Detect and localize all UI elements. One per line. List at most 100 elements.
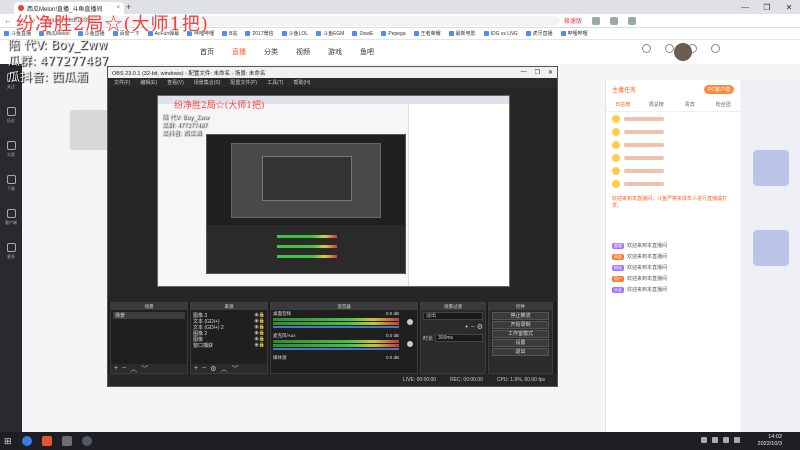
room-side-panel: 主播任务 PC客户端 日总榜 周总榜 贵宾 粉丝团 欢迎来到本直播间，斗鱼严禁未… bbox=[605, 80, 740, 432]
rail-item-download[interactable]: 下载 bbox=[0, 166, 22, 200]
obs-taskbar-icon[interactable] bbox=[81, 436, 92, 446]
bookmark-icon bbox=[222, 31, 228, 36]
transition-settings-icon[interactable]: ⚙ bbox=[477, 324, 483, 331]
close-window-button[interactable]: ✕ bbox=[778, 0, 800, 14]
menu-edit[interactable]: 编辑(E) bbox=[140, 79, 157, 86]
task-link[interactable]: 主播任务 bbox=[612, 85, 636, 94]
tab-weekly[interactable]: 周总榜 bbox=[640, 98, 674, 111]
rail-item-category[interactable]: 分类 bbox=[0, 132, 22, 166]
rail-item-client[interactable]: 客户端 bbox=[0, 200, 22, 234]
transition-select[interactable]: 淡出 bbox=[423, 312, 483, 320]
streamer-avatar[interactable] bbox=[70, 110, 110, 150]
profile-icon[interactable] bbox=[610, 16, 619, 25]
source-settings-icon[interactable]: ⚙ bbox=[210, 365, 216, 373]
scene-down-icon[interactable]: ﹀ bbox=[141, 364, 148, 374]
scene-up-icon[interactable]: ︿ bbox=[130, 364, 137, 374]
bookmark-item[interactable]: ZowiE bbox=[352, 31, 373, 37]
nested-sidebar bbox=[408, 104, 509, 286]
bookmark-item[interactable]: 最新电影 bbox=[448, 30, 476, 37]
nav-game[interactable]: 游戏 bbox=[328, 47, 342, 57]
bookmark-item[interactable]: 哔哩哔哩 bbox=[560, 30, 588, 37]
rail-item-history[interactable]: 历史 bbox=[0, 98, 22, 132]
remove-source-icon[interactable]: − bbox=[202, 365, 206, 372]
app-taskbar-icon[interactable] bbox=[41, 436, 52, 446]
menu-file[interactable]: 文件(F) bbox=[114, 79, 130, 86]
nav-video[interactable]: 视频 bbox=[296, 47, 310, 57]
remove-scene-icon[interactable]: − bbox=[122, 365, 126, 372]
volume-fader[interactable] bbox=[273, 326, 399, 328]
bookmark-item[interactable]: Pepega bbox=[381, 31, 406, 37]
nav-category[interactable]: 分类 bbox=[264, 47, 278, 57]
network-icon[interactable] bbox=[712, 437, 718, 443]
controls-body: 停止推流 开始录制 工作室模式 设置 退出 bbox=[489, 310, 552, 373]
volume-icon[interactable] bbox=[723, 437, 729, 443]
source-down-icon[interactable]: ﹀ bbox=[231, 364, 238, 374]
bookmark-item[interactable]: 虎牙直播 bbox=[525, 30, 553, 37]
sources-dock-title: 来源 bbox=[191, 303, 267, 310]
obs-close-button[interactable]: ✕ bbox=[548, 69, 553, 76]
exit-button[interactable]: 退出 bbox=[492, 348, 549, 356]
back-icon[interactable]: ← bbox=[4, 16, 12, 25]
taskbar-clock[interactable]: 14:02 2022/10/3 bbox=[758, 434, 782, 447]
sources-dock: 来源 图像 3 ◉🔒 文本 (GDI+) ◉🔒 文本 (GDI+) 2 ◉🔒 图像 2… bbox=[190, 302, 268, 374]
menu-scene-collection[interactable]: 场景集合(S) bbox=[194, 79, 221, 86]
menu-view[interactable]: 查看(V) bbox=[167, 79, 184, 86]
menu-help[interactable]: 帮助(H) bbox=[293, 79, 310, 86]
nav-live[interactable]: 直播 bbox=[232, 47, 246, 57]
ime-icon[interactable] bbox=[734, 437, 740, 443]
maximize-button[interactable]: ❐ bbox=[756, 0, 778, 14]
bookmark-item[interactable]: 斗鱼LOL bbox=[281, 30, 308, 37]
obs-preview[interactable]: 纷净胜2局☆(大师1把) 陪 代V: Boy_Zww 瓜群: 477277487… bbox=[108, 87, 557, 302]
speed-mode-label: 极速版 bbox=[564, 19, 583, 25]
tab-daily[interactable]: 日总榜 bbox=[606, 98, 640, 111]
mixer-dock: 混音器 桌面音频 0.0 dB 麦克风/Aux 0.0 dB 媒体源 0.0 d… bbox=[270, 302, 418, 374]
visibility-eye-icon[interactable]: ◉🔒 bbox=[254, 342, 265, 348]
minimize-button[interactable]: — bbox=[734, 0, 756, 14]
source-up-icon[interactable]: ︿ bbox=[220, 364, 227, 374]
system-tray bbox=[701, 437, 740, 443]
scenes-toolbar: + − ︿ ﹀ bbox=[111, 364, 187, 373]
download-icon[interactable] bbox=[711, 44, 720, 53]
start-recording-button[interactable]: 开始录制 bbox=[492, 321, 549, 329]
menu-icon[interactable] bbox=[628, 16, 637, 25]
rail-item-more[interactable]: 更多 bbox=[0, 234, 22, 268]
extension-icon[interactable] bbox=[592, 16, 601, 25]
mixer-gear-icon[interactable] bbox=[407, 341, 413, 347]
left-rail: 关注 历史 分类 下载 客户端 更多 bbox=[0, 64, 22, 432]
bookmark-item[interactable]: IDG vs LNG bbox=[483, 31, 518, 37]
bookmark-item[interactable]: B站 bbox=[222, 30, 237, 37]
chrome-taskbar-icon[interactable] bbox=[21, 436, 32, 446]
app-taskbar-icon[interactable] bbox=[61, 436, 72, 446]
promo-banner[interactable] bbox=[753, 150, 789, 186]
settings-button[interactable]: 设置 bbox=[492, 339, 549, 347]
volume-fader[interactable] bbox=[273, 348, 399, 350]
menu-tools[interactable]: 工具(T) bbox=[267, 79, 283, 86]
tab-vip[interactable]: 贵宾 bbox=[673, 98, 707, 111]
nav-home[interactable]: 首页 bbox=[200, 47, 214, 57]
promo-banner[interactable] bbox=[753, 230, 789, 266]
tray-arrow-icon[interactable] bbox=[701, 437, 707, 443]
nav-yuba[interactable]: 鱼吧 bbox=[360, 47, 374, 57]
bookmark-item[interactable]: 2017微信 bbox=[245, 30, 274, 37]
source-item[interactable]: 窗口捕获 ◉🔒 bbox=[193, 342, 265, 349]
stop-streaming-button[interactable]: 停止推流 bbox=[492, 312, 549, 320]
rank-name-bar bbox=[624, 116, 664, 121]
windows-start-icon[interactable]: ⊞ bbox=[4, 436, 12, 447]
mixer-dock-title: 混音器 bbox=[271, 303, 417, 310]
tab-fans[interactable]: 粉丝团 bbox=[707, 98, 741, 111]
pc-client-button[interactable]: PC客户端 bbox=[704, 84, 734, 94]
studio-mode-button[interactable]: 工作室模式 bbox=[492, 330, 549, 338]
duration-input[interactable]: 300ms bbox=[435, 334, 483, 342]
history-icon[interactable] bbox=[642, 44, 651, 53]
follow-icon[interactable] bbox=[665, 44, 674, 53]
bookmark-item[interactable]: 王者荣耀 bbox=[413, 30, 441, 37]
mixer-gear-icon[interactable] bbox=[407, 319, 413, 325]
add-source-icon[interactable]: + bbox=[194, 365, 198, 372]
obs-maximize-button[interactable]: ❐ bbox=[535, 69, 540, 76]
add-scene-icon[interactable]: + bbox=[114, 365, 118, 372]
menu-profile[interactable]: 配置文件(P) bbox=[230, 79, 257, 86]
obs-minimize-button[interactable]: — bbox=[521, 69, 527, 76]
bookmark-item[interactable]: 斗鱼EGM bbox=[316, 30, 344, 37]
scene-item[interactable]: 场景 bbox=[113, 312, 185, 319]
user-avatar[interactable] bbox=[674, 43, 692, 61]
